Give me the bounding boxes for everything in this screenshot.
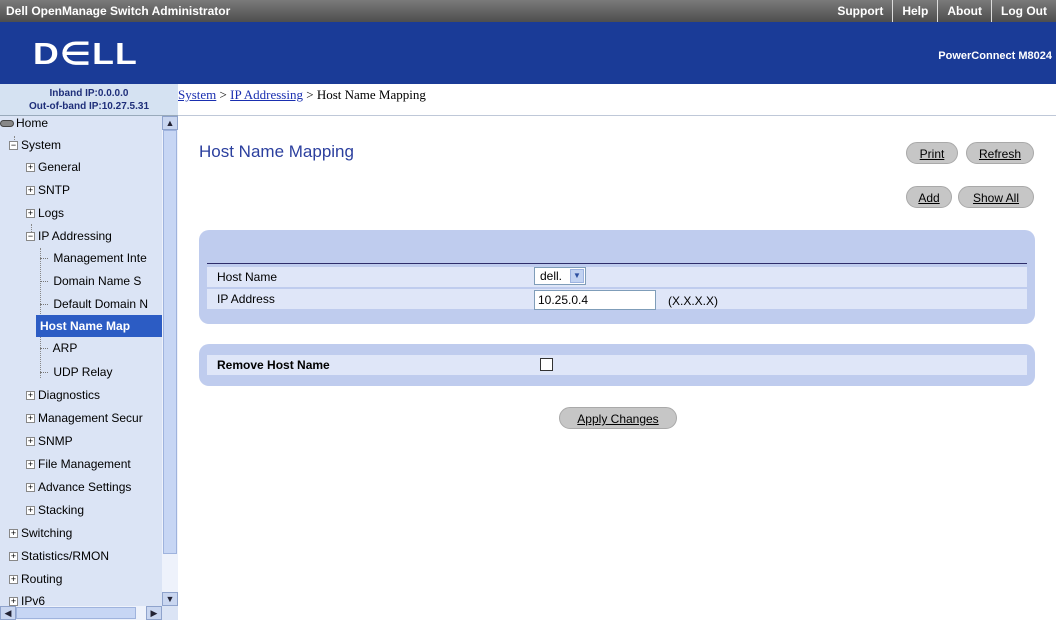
ip-address-row: IP Address 10.25.0.4 (X.X.X.X) xyxy=(207,289,1027,310)
breadcrumb-separator: > xyxy=(219,87,227,102)
sidebar-item-home[interactable]: Home xyxy=(0,116,48,134)
chevron-down-icon[interactable]: ▼ xyxy=(570,269,584,283)
scroll-down-icon[interactable]: ▼ xyxy=(162,592,178,606)
sidebar-item-snmp[interactable]: + SNMP xyxy=(26,430,73,452)
breadcrumb-separator: > xyxy=(306,87,314,102)
sidebar-horizontal-scrollbar[interactable]: ◀ ▶ xyxy=(0,606,162,620)
sidebar-item-management-security[interactable]: + Management Secur xyxy=(26,407,143,429)
title-bar: Dell OpenManage Switch Administrator Sup… xyxy=(0,0,1056,22)
about-link[interactable]: About xyxy=(937,0,991,22)
banner: D∈LL PowerConnect M8024 xyxy=(0,22,1056,84)
remove-host-checkbox[interactable] xyxy=(540,358,553,371)
expand-icon[interactable]: + xyxy=(26,506,35,516)
scrollbar-thumb[interactable] xyxy=(16,607,136,619)
expand-icon[interactable]: + xyxy=(26,483,35,493)
expand-icon[interactable]: + xyxy=(26,391,35,401)
expand-icon[interactable]: + xyxy=(26,437,35,447)
collapse-icon[interactable]: − xyxy=(9,141,18,151)
divider xyxy=(207,263,1027,264)
logout-link[interactable]: Log Out xyxy=(991,0,1056,22)
host-mapping-panel: Host Name dell. ▼ IP Address 10.25.0.4 (… xyxy=(199,230,1035,324)
expand-icon[interactable]: + xyxy=(26,209,35,219)
sidebar-item-general[interactable]: + General xyxy=(26,156,81,178)
support-link[interactable]: Support xyxy=(828,0,892,22)
dell-logo: D∈LL xyxy=(33,36,138,71)
expand-icon[interactable]: + xyxy=(26,186,35,196)
breadcrumb-current: Host Name Mapping xyxy=(316,87,426,102)
product-name: PowerConnect M8024 xyxy=(938,50,1052,62)
ip-address-label: IP Address xyxy=(217,292,275,306)
host-name-row: Host Name dell. ▼ xyxy=(207,267,1027,287)
print-button[interactable]: Print xyxy=(906,142,958,164)
breadcrumb-system-link[interactable]: System xyxy=(178,87,216,102)
host-name-label: Host Name xyxy=(217,270,278,284)
scroll-left-icon[interactable]: ◀ xyxy=(0,606,16,620)
sidebar-item-management-interface[interactable]: Management Inte xyxy=(40,247,146,269)
ip-info: Inband IP:0.0.0.0 Out-of-band IP:10.27.5… xyxy=(0,84,178,116)
show-all-button[interactable]: Show All xyxy=(958,186,1034,208)
nav-tree: Home − System + General + SNTP + Logs − IP Ad… xyxy=(0,116,162,606)
sidebar: Home − System + General + SNTP + Logs − IP Ad… xyxy=(0,116,178,620)
expand-icon[interactable]: + xyxy=(9,597,18,606)
expand-icon[interactable]: + xyxy=(9,529,18,539)
sidebar-item-logs[interactable]: + Logs xyxy=(26,202,64,224)
remove-host-label: Remove Host Name xyxy=(217,358,330,372)
sidebar-item-file-management[interactable]: + File Management xyxy=(26,453,131,475)
expand-icon[interactable]: + xyxy=(9,575,18,585)
breadcrumb-ip-addressing-link[interactable]: IP Addressing xyxy=(230,87,303,102)
breadcrumb: System > IP Addressing > Host Name Mappi… xyxy=(178,84,1056,116)
apply-changes-button[interactable]: Apply Changes xyxy=(559,407,677,429)
sidebar-item-default-domain-name[interactable]: Default Domain N xyxy=(40,293,148,315)
sidebar-item-host-name-mapping[interactable]: Host Name Map xyxy=(36,315,162,337)
remove-host-row: Remove Host Name xyxy=(207,355,1027,375)
sidebar-item-switching[interactable]: + Switching xyxy=(9,522,72,544)
page-title: Host Name Mapping xyxy=(199,142,354,161)
sidebar-item-diagnostics[interactable]: + Diagnostics xyxy=(26,384,100,406)
sidebar-item-routing[interactable]: + Routing xyxy=(9,568,62,590)
refresh-button[interactable]: Refresh xyxy=(966,142,1034,164)
sidebar-item-arp[interactable]: ARP xyxy=(40,337,78,359)
expand-icon[interactable]: + xyxy=(26,414,35,424)
sidebar-item-stacking[interactable]: + Stacking xyxy=(26,499,84,521)
remove-panel: Remove Host Name xyxy=(199,344,1035,386)
expand-icon[interactable]: + xyxy=(26,163,35,173)
add-button[interactable]: Add xyxy=(906,186,952,208)
scroll-right-icon[interactable]: ▶ xyxy=(146,606,162,620)
sidebar-item-statistics-rmon[interactable]: + Statistics/RMON xyxy=(9,545,109,567)
sidebar-item-domain-name-server[interactable]: Domain Name S xyxy=(40,270,141,292)
scrollbar-corner xyxy=(162,606,178,620)
sidebar-item-advance-settings[interactable]: + Advance Settings xyxy=(26,476,131,498)
sidebar-item-sntp[interactable]: + SNTP xyxy=(26,179,70,201)
expand-icon[interactable]: + xyxy=(9,552,18,562)
expand-icon[interactable]: + xyxy=(26,460,35,470)
scrollbar-thumb[interactable] xyxy=(163,130,177,554)
app-title: Dell OpenManage Switch Administrator xyxy=(6,4,231,18)
sidebar-vertical-scrollbar[interactable]: ▲ ▼ xyxy=(162,116,178,606)
collapse-icon[interactable]: − xyxy=(26,232,35,242)
sidebar-item-system[interactable]: − System xyxy=(9,134,61,156)
home-icon xyxy=(0,120,14,128)
inband-ip: Inband IP:0.0.0.0 xyxy=(49,88,129,99)
outofband-ip: Out-of-band IP:10.27.5.31 xyxy=(28,101,150,112)
ip-format-hint: (X.X.X.X) xyxy=(668,294,719,308)
sidebar-item-ipv6[interactable]: + IPv6 xyxy=(9,590,45,606)
help-link[interactable]: Help xyxy=(892,0,937,22)
sidebar-item-udp-relay[interactable]: UDP Relay xyxy=(40,361,112,383)
top-nav: Support Help About Log Out xyxy=(828,0,1056,22)
scroll-up-icon[interactable]: ▲ xyxy=(162,116,178,130)
ip-address-input[interactable]: 10.25.0.4 xyxy=(534,290,656,310)
sidebar-item-ip-addressing[interactable]: − IP Addressing xyxy=(26,225,112,247)
host-name-select[interactable]: dell. ▼ xyxy=(534,267,586,285)
